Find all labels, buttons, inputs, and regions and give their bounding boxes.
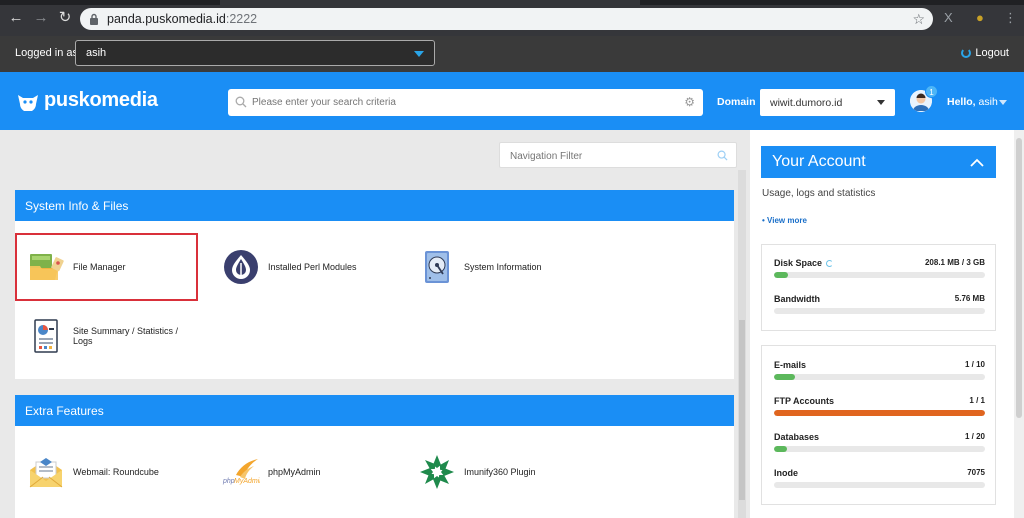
domain-select[interactable]: wiwit.dumoro.id	[760, 89, 895, 116]
address-bar[interactable]: panda.puskomedia.id:2222 ☆	[80, 8, 933, 30]
progress-fill	[774, 374, 796, 380]
progress-bar	[774, 374, 985, 380]
progress-bar	[774, 482, 985, 488]
sidebar-scrollbar[interactable]	[1014, 130, 1024, 518]
installed-perl-modules-link[interactable]: Installed Perl Modules	[222, 248, 357, 286]
stat-name: Databases	[774, 432, 820, 442]
app-header: puskomedia ⚙ Domain wiwit.dumoro.id 1 He…	[0, 72, 1024, 130]
item-label: Webmail: Roundcube	[73, 467, 159, 477]
extension-x-icon[interactable]: X	[944, 10, 953, 25]
logout-label: Logout	[975, 47, 1009, 59]
brand-logo[interactable]: puskomedia	[16, 89, 158, 112]
notification-badge[interactable]: 1	[925, 85, 938, 98]
menu-dots-icon[interactable]: ⋮	[1004, 10, 1017, 26]
progress-fill	[774, 410, 985, 416]
user-greeting[interactable]: Hello, asih	[947, 96, 998, 108]
progress-bar	[774, 308, 985, 314]
progress-fill	[774, 446, 787, 452]
reload-icon[interactable]: ↻	[56, 9, 74, 27]
stat-value: 1 / 1	[969, 396, 985, 405]
chevron-up-icon[interactable]	[970, 156, 984, 170]
brand-name: puskomedia	[44, 89, 158, 111]
panel-title: System Info & Files	[15, 190, 734, 221]
webmail-icon	[27, 453, 65, 491]
usage-box: Disk Space 208.1 MB / 3 GB Bandwidth 5.7…	[761, 244, 996, 331]
domain-select-value: wiwit.dumoro.id	[770, 97, 843, 109]
progress-bar	[774, 446, 985, 452]
search-box[interactable]: ⚙	[228, 89, 703, 116]
url-text: panda.puskomedia.id:2222	[107, 12, 258, 26]
gear-icon[interactable]: ⚙	[684, 95, 695, 109]
progress-fill	[774, 272, 789, 278]
imunify-icon	[418, 453, 456, 491]
logout-button[interactable]: Logout	[961, 47, 1009, 59]
logged-in-label: Logged in as	[15, 47, 78, 59]
stat-name: Disk Space	[774, 258, 834, 268]
refresh-spinner-icon	[826, 260, 834, 267]
phpmyadmin-link[interactable]: phpMyAdmin phpMyAdmin	[222, 453, 321, 491]
item-label: Installed Perl Modules	[268, 262, 357, 272]
stat-value: 1 / 10	[964, 360, 985, 369]
back-icon[interactable]: ←	[7, 9, 25, 27]
phpmyadmin-icon: phpMyAdmin	[222, 453, 260, 491]
user-select-value: asih	[86, 47, 107, 59]
stat-name: Bandwidth	[774, 294, 820, 304]
main-scrollbar[interactable]	[738, 170, 746, 518]
your-account-header[interactable]: Your Account	[761, 146, 996, 178]
bookmark-star-icon[interactable]: ☆	[912, 11, 925, 28]
stat-value: 7075	[967, 468, 985, 477]
site-summary-link[interactable]: Site Summary / Statistics / Logs	[27, 317, 197, 355]
progress-bar	[774, 410, 985, 416]
search-icon	[235, 96, 247, 108]
your-account-title: Your Account	[772, 153, 866, 170]
svg-text:php: php	[222, 478, 235, 485]
panel-title: Extra Features	[15, 395, 734, 426]
scrollbar-thumb[interactable]	[1016, 138, 1022, 418]
search-icon	[717, 150, 728, 161]
chevron-down-icon	[877, 100, 885, 105]
file-manager-highlight	[15, 233, 198, 301]
imunify360-plugin-link[interactable]: Imunify360 Plugin	[418, 453, 536, 491]
extension-avatar-icon[interactable]: ●	[976, 10, 984, 25]
active-tab[interactable]	[220, 0, 640, 5]
hard-drive-icon	[418, 248, 456, 286]
svg-text:MyAdmin: MyAdmin	[234, 478, 260, 485]
system-information-link[interactable]: System Information	[418, 248, 542, 286]
onion-icon	[222, 248, 260, 286]
search-input[interactable]	[252, 93, 672, 112]
login-bar: Logged in as asih Logout	[0, 36, 1024, 72]
item-label: Site Summary / Statistics / Logs	[73, 326, 179, 346]
webmail-roundcube-link[interactable]: Webmail: Roundcube	[27, 453, 159, 491]
item-label: phpMyAdmin	[268, 467, 321, 477]
account-subtitle: Usage, logs and statistics	[762, 188, 876, 199]
item-label: System Information	[464, 262, 542, 272]
chevron-down-icon	[414, 51, 424, 57]
stat-name: E-mails	[774, 360, 807, 370]
stat-value: 5.76 MB	[954, 294, 985, 303]
report-icon	[27, 317, 65, 355]
view-more-link[interactable]: • View more	[762, 216, 807, 225]
scrollbar-thumb[interactable]	[739, 320, 745, 500]
navigation-filter-input[interactable]	[510, 148, 710, 164]
forward-icon[interactable]: →	[32, 9, 50, 27]
logo-icon	[18, 94, 38, 111]
stat-name: FTP Accounts	[774, 396, 835, 406]
power-icon	[961, 48, 972, 58]
user-select[interactable]: asih	[75, 40, 435, 66]
account-sidebar: Your Account Usage, logs and statistics …	[750, 130, 1024, 518]
chevron-down-icon[interactable]	[999, 100, 1007, 105]
browser-toolbar: ← → ↻ panda.puskomedia.id:2222 ☆ X ● ⋮	[0, 0, 1024, 36]
item-label: Imunify360 Plugin	[464, 467, 536, 477]
limits-box: E-mails 1 / 10 FTP Accounts 1 / 1 Databa…	[761, 345, 996, 505]
domain-label: Domain	[717, 96, 756, 108]
tab-strip	[0, 0, 1024, 5]
stat-value: 1 / 20	[964, 432, 985, 441]
navigation-filter[interactable]	[499, 142, 737, 168]
progress-bar	[774, 272, 985, 278]
stat-name: Inode	[774, 468, 798, 478]
stat-value: 208.1 MB / 3 GB	[924, 258, 985, 267]
lock-icon	[90, 13, 98, 25]
